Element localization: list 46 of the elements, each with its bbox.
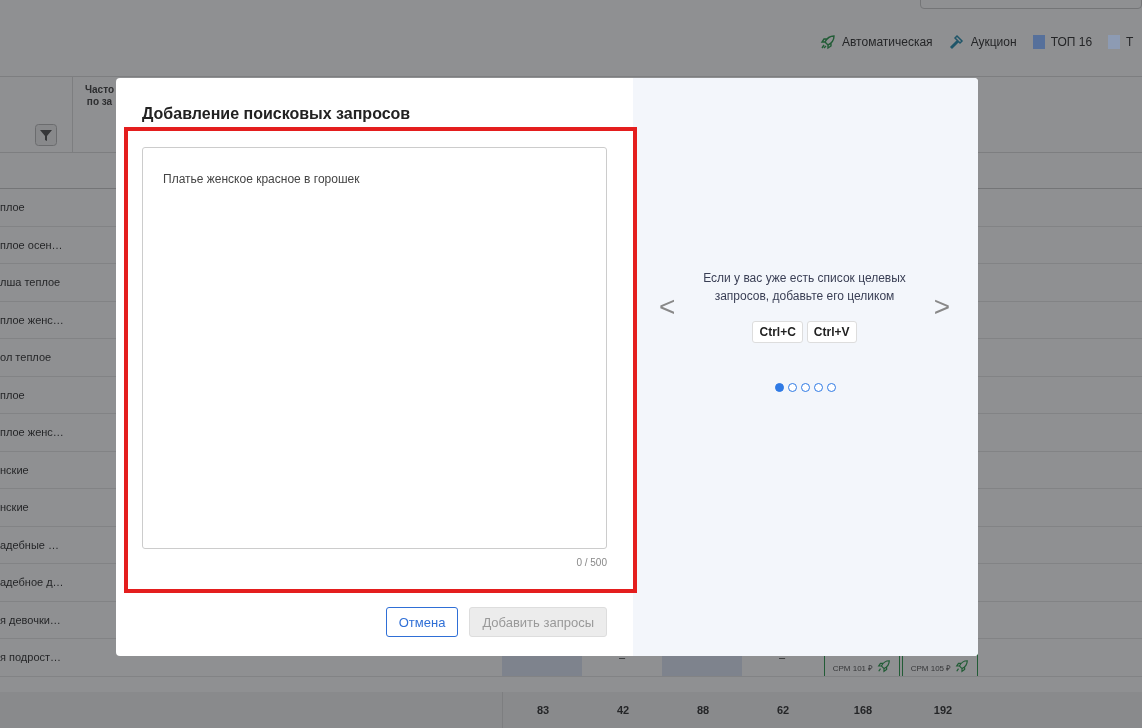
tip-text: Если у вас уже есть список целевых запросов, добавьте его целиком — [702, 270, 907, 305]
query-cell: ол теплое — [0, 351, 52, 364]
key-chip: Ctrl+C — [752, 321, 803, 343]
legend-label: Автоматическая — [842, 35, 933, 49]
hammer-icon — [948, 34, 965, 50]
legend-label: Т — [1126, 35, 1134, 49]
query-cell: я девочки… — [0, 613, 61, 626]
next-button[interactable]: > — [933, 293, 950, 321]
rocket-icon — [877, 658, 892, 673]
query-cell: плое женс… — [0, 313, 64, 326]
query-cell: адебное д… — [0, 576, 64, 589]
query-cell: плое — [0, 201, 25, 214]
query-cell: адебные … — [0, 538, 59, 551]
total-cell: 83 — [536, 704, 550, 716]
dialog-title: Добавление поисковых запросов — [142, 105, 411, 123]
query-cell: нские — [0, 463, 29, 476]
legend-label: ТОП 16 — [1050, 35, 1093, 49]
pagination-dot[interactable] — [827, 383, 836, 392]
rocket-icon — [820, 34, 836, 50]
query-cell: нские — [0, 501, 29, 514]
legend-label: Аукцион — [970, 35, 1017, 49]
total-cell: 62 — [776, 704, 790, 716]
table-cell-text: – — [617, 650, 627, 666]
query-cell: плое — [0, 388, 25, 401]
pagination-dot[interactable] — [775, 383, 784, 392]
filter-icon[interactable] — [35, 124, 57, 146]
key-chip: Ctrl+V — [806, 321, 857, 343]
query-textarea[interactable]: Платье женское красное в горошек — [142, 147, 607, 549]
total-cell: 88 — [696, 704, 710, 716]
pagination-dot[interactable] — [814, 383, 823, 392]
query-cell: лша теплое — [0, 276, 61, 289]
pagination-dot[interactable] — [788, 383, 797, 392]
query-cell: плое женс… — [0, 426, 64, 439]
rocket-icon — [955, 658, 970, 673]
query-cell: я подрост… — [0, 651, 62, 664]
character-counter: 0 / 500 — [576, 557, 607, 568]
total-cell: 192 — [933, 704, 953, 716]
total-cell: 42 — [616, 704, 630, 716]
query-cell: плое осен… — [0, 238, 63, 251]
table-cell-text: – — [777, 650, 787, 666]
pagination-dot[interactable] — [801, 383, 810, 392]
column-header: Часто — [85, 84, 115, 96]
total-cell: 168 — [853, 704, 873, 716]
cancel-button[interactable]: Отмена — [385, 607, 459, 637]
column-header: по за — [86, 96, 113, 108]
previous-button[interactable]: < — [659, 293, 676, 321]
